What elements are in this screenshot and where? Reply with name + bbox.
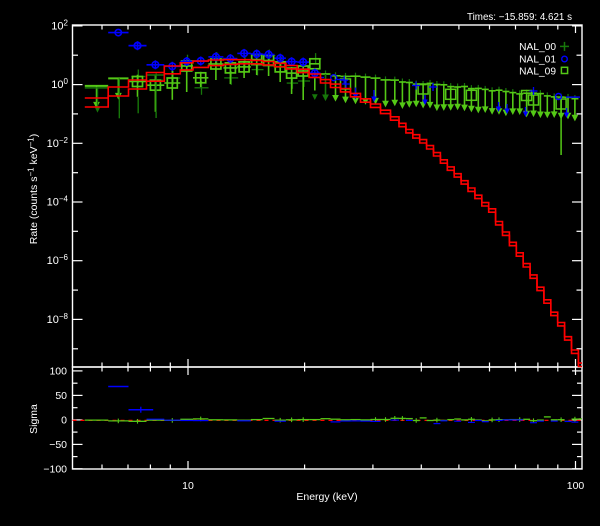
svg-text:10: 10 [182,480,194,492]
svg-text:100: 100 [49,365,67,377]
svg-text:−100: −100 [43,463,67,475]
svg-text:0: 0 [61,414,67,426]
svg-text:NAL_09: NAL_09 [519,67,556,78]
svg-text:−50: −50 [49,439,67,451]
svg-text:Energy (keV): Energy (keV) [296,491,357,503]
svg-text:100: 100 [567,480,585,492]
svg-text:NAL_01: NAL_01 [519,55,556,66]
svg-text:Rate (counts s−1 keV−1): Rate (counts s−1 keV−1) [27,134,41,244]
svg-text:NAL_00: NAL_00 [519,42,556,53]
svg-text:Sigma: Sigma [28,404,40,434]
svg-text:50: 50 [55,390,67,402]
svg-text:Times: −15.859: 4.621 s: Times: −15.859: 4.621 s [467,12,572,23]
